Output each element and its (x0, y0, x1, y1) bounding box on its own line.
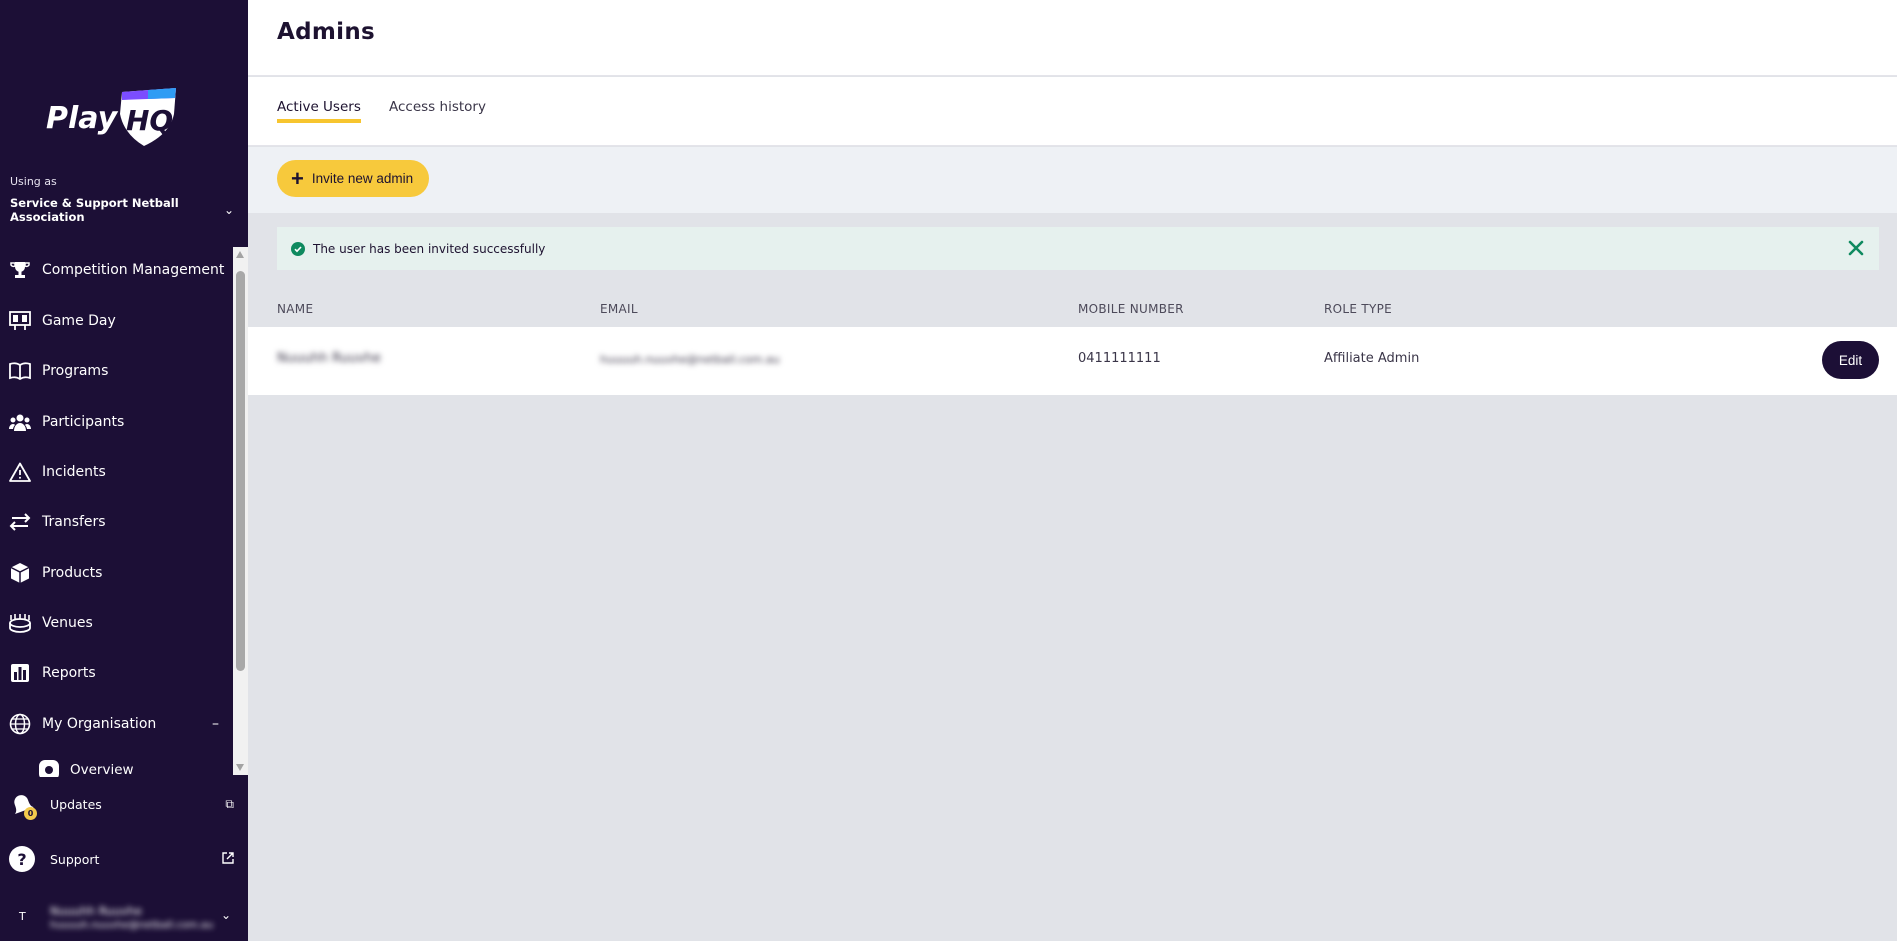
svg-text:HQ: HQ (126, 104, 173, 137)
table-header: NAME EMAIL MOBILE NUMBER ROLE TYPE (248, 296, 1897, 326)
tab-access-history[interactable]: Access history (389, 99, 486, 119)
user-name: Nuuuhh Ruuvhe (50, 904, 142, 918)
bell-icon: 0 (9, 791, 37, 820)
sidebar-item-label: Venues (42, 615, 93, 631)
success-alert: The user has been invited successfully (277, 227, 1879, 270)
column-header-name[interactable]: NAME (277, 302, 313, 316)
sidebar-item-my-organisation[interactable]: My Organisation – (0, 704, 233, 744)
cell-email: huuuuh.nuuvhe@netball.com.au (600, 353, 780, 366)
support-label: Support (50, 851, 100, 867)
avatar: T (19, 910, 26, 923)
sidebar-item-reports[interactable]: Reports (0, 653, 233, 693)
invite-new-admin-button[interactable]: + Invite new admin (277, 160, 430, 197)
report-chart-icon (9, 662, 31, 684)
sidebar-item-label: Incidents (42, 464, 106, 480)
playhq-logo[interactable]: Play HQ (44, 84, 184, 150)
sidebar-item-game-day[interactable]: Game Day (0, 301, 233, 341)
box-icon (9, 562, 31, 584)
page-header: Admins (248, 0, 1897, 76)
check-circle-icon (291, 241, 305, 256)
external-link-icon: ⧉ (225, 796, 234, 811)
scrollbar-thumb[interactable] (236, 271, 245, 671)
cell-role: Affiliate Admin (1324, 351, 1420, 366)
alert-message: The user has been invited successfully (313, 241, 546, 256)
trophy-icon (9, 259, 31, 281)
sidebar: Play HQ Using as Service & Support Netba… (0, 0, 248, 941)
organisation-icon (38, 759, 60, 777)
book-icon (9, 360, 31, 382)
transfer-arrows-icon (9, 511, 31, 533)
sidebar-item-label: Overview (70, 762, 134, 777)
collapse-icon[interactable]: – (212, 716, 219, 732)
sidebar-item-label: Programs (42, 363, 109, 379)
updates-link[interactable]: 0 Updates ⧉ (0, 784, 248, 824)
close-icon[interactable] (1845, 237, 1867, 259)
sidebar-nav: Competition Management Game Day Programs… (0, 245, 233, 777)
using-as-label: Using as (10, 175, 57, 188)
people-icon (9, 411, 31, 433)
sidebar-item-products[interactable]: Products (0, 553, 233, 593)
column-header-role[interactable]: ROLE TYPE (1324, 302, 1392, 316)
sidebar-item-label: Competition Management (42, 262, 225, 278)
cell-mobile: 0411111111 (1078, 351, 1161, 366)
scroll-up-arrow-icon[interactable] (236, 251, 244, 258)
sidebar-item-label: Game Day (42, 313, 116, 329)
updates-badge: 0 (24, 807, 37, 820)
table-row: Nuuuhh Ruuvhe huuuuh.nuuvhe@netball.com.… (248, 327, 1897, 395)
help-icon: ? (9, 846, 35, 872)
sidebar-item-label: Participants (42, 414, 125, 430)
column-header-mobile[interactable]: MOBILE NUMBER (1078, 302, 1184, 316)
cell-name: Nuuuhh Ruuvhe (277, 351, 381, 366)
sidebar-scrollbar[interactable] (233, 247, 248, 775)
edit-button[interactable]: Edit (1822, 341, 1879, 379)
updates-label: Updates (50, 796, 102, 812)
plus-icon: + (291, 165, 304, 191)
sidebar-item-programs[interactable]: Programs (0, 351, 233, 391)
scroll-down-arrow-icon[interactable] (236, 764, 244, 771)
tab-active-users[interactable]: Active Users (277, 99, 361, 123)
sidebar-item-label: Products (42, 565, 103, 581)
organisation-switcher[interactable]: Service & Support Netball Association (10, 196, 200, 224)
chevron-down-icon[interactable]: ⌄ (224, 203, 234, 217)
sidebar-item-competition-management[interactable]: Competition Management (0, 250, 233, 290)
chevron-down-icon[interactable]: ⌄ (221, 908, 231, 922)
sidebar-item-label: My Organisation (42, 716, 157, 732)
sidebar-item-label: Reports (42, 665, 96, 681)
stadium-icon (9, 612, 31, 634)
svg-text:Play: Play (46, 101, 119, 136)
external-link-icon (222, 851, 234, 867)
action-bar: + Invite new admin (248, 147, 1897, 213)
column-header-email[interactable]: EMAIL (600, 302, 638, 316)
support-link[interactable]: ? Support (0, 839, 248, 879)
tab-bar: Active Users Access history (248, 77, 1897, 146)
scoreboard-icon (9, 310, 31, 332)
sidebar-item-incidents[interactable]: Incidents (0, 452, 233, 492)
user-menu[interactable]: T Nuuuhh Ruuvhe huuuuh.nuuvhe@netball.co… (0, 896, 248, 941)
sidebar-item-participants[interactable]: Participants (0, 402, 233, 442)
globe-icon (9, 713, 31, 735)
page-title: Admins (277, 19, 375, 45)
sidebar-item-transfers[interactable]: Transfers (0, 502, 233, 542)
user-email: huuuuh.nuuvhe@netball.com.au (50, 920, 214, 931)
warning-icon (9, 461, 31, 483)
invite-button-label: Invite new admin (311, 171, 414, 186)
sidebar-item-label: Transfers (42, 514, 106, 530)
sidebar-item-overview[interactable]: Overview (0, 750, 233, 777)
sidebar-item-venues[interactable]: Venues (0, 603, 233, 643)
